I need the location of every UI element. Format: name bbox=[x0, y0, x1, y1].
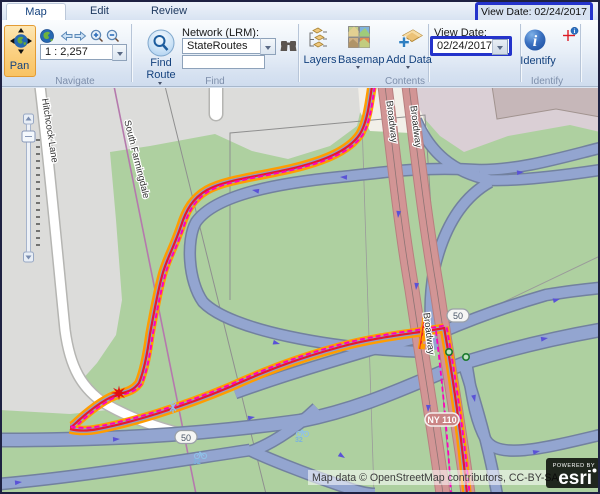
svg-text:esri: esri bbox=[558, 468, 592, 489]
svg-text:32: 32 bbox=[193, 459, 201, 466]
svg-text:NY 110: NY 110 bbox=[427, 415, 456, 425]
svg-text:50: 50 bbox=[453, 311, 463, 321]
svg-text:32: 32 bbox=[295, 437, 303, 444]
svg-text:Map data © OpenStreetMap contr: Map data © OpenStreetMap contributors, C… bbox=[312, 472, 559, 484]
svg-text:50: 50 bbox=[181, 433, 191, 443]
svg-text:i: i bbox=[533, 33, 538, 50]
